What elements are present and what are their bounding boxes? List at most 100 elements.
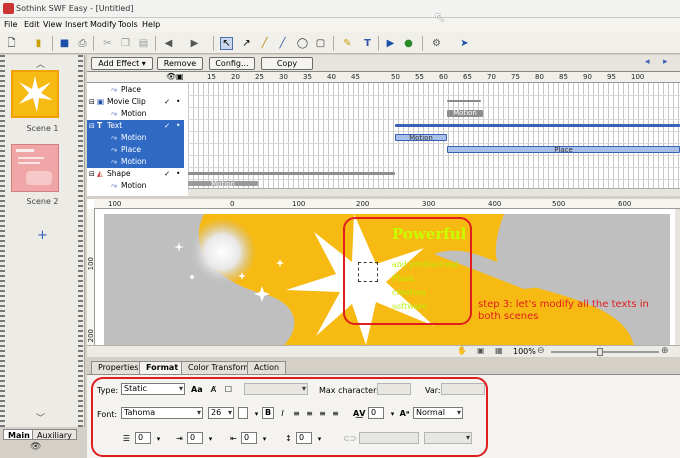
- motion-bar[interactable]: Motion: [395, 134, 447, 142]
- scene-2-text-line: [16, 149, 34, 152]
- play-icon[interactable]: ▶: [384, 37, 397, 50]
- open-icon[interactable]: ▮: [32, 37, 45, 50]
- row-divider: [188, 131, 680, 132]
- layer-name: Place: [121, 85, 141, 94]
- config-button[interactable]: Config...: [209, 57, 255, 70]
- stage-vscrollbar[interactable]: [675, 209, 680, 345]
- export-icon[interactable]: ➤: [458, 37, 471, 50]
- mouse-cursor-icon: ↖: [434, 10, 446, 26]
- hand-icon[interactable]: ✋: [457, 346, 467, 355]
- menu-modify[interactable]: Modify: [90, 20, 117, 29]
- add-effect-button[interactable]: Add Effect ▾: [91, 57, 153, 70]
- scene-2-thumbnail[interactable]: [11, 144, 59, 192]
- grid-icon[interactable]: ▦: [495, 346, 503, 355]
- print-icon[interactable]: ⎙: [76, 37, 89, 50]
- fit-icon[interactable]: ▣: [477, 346, 485, 355]
- select-icon[interactable]: ↖: [220, 37, 233, 50]
- eye-icon[interactable]: 👁: [30, 442, 41, 452]
- text-icon[interactable]: T: [361, 37, 374, 50]
- layer-row-shape[interactable]: ⊟ ◭ Shape ✓ •: [87, 168, 184, 180]
- copy-icon[interactable]: ❐: [119, 37, 132, 50]
- title-bar: Sothink SWF Easy - [Untitled]: [0, 0, 680, 18]
- star-burst-icon: [19, 76, 53, 112]
- scene-1-thumbnail[interactable]: [11, 70, 59, 118]
- undo-icon[interactable]: ◀: [162, 37, 175, 50]
- layer-row-place[interactable]: ⤳ Place: [87, 144, 184, 156]
- zoom-slider-track[interactable]: [551, 351, 659, 353]
- copy-effects-button[interactable]: Copy Effects: [261, 57, 313, 79]
- place-bar[interactable]: Place: [447, 146, 680, 154]
- menu-file[interactable]: File: [4, 20, 17, 29]
- dot-icon[interactable]: •: [176, 168, 180, 180]
- layer-row-place[interactable]: ⤳ Place: [87, 84, 184, 96]
- menu-insert[interactable]: Insert: [65, 20, 88, 29]
- zoom-slider-thumb[interactable]: [597, 348, 603, 356]
- pen-icon[interactable]: ╱: [276, 37, 289, 50]
- collapse-icon[interactable]: ⊟: [89, 168, 95, 180]
- new-icon[interactable]: 🗋: [5, 37, 18, 50]
- timeline-panel: 👁 ▣ 15 20 25 30 35 40 45 50 55 60 65 70 …: [87, 71, 680, 197]
- visibility-icon: 👁: [166, 72, 177, 81]
- dot-icon[interactable]: •: [176, 96, 180, 108]
- collapse-icon[interactable]: ⊟: [89, 96, 95, 108]
- check-icon[interactable]: ✓: [164, 168, 170, 180]
- layer-row-motion[interactable]: ⤳ Motion: [87, 156, 184, 168]
- tab-action[interactable]: Action: [247, 361, 287, 374]
- tab-properties[interactable]: Properties: [91, 361, 146, 374]
- effect-icon: ⤳: [111, 133, 117, 142]
- cut-icon[interactable]: ✂: [101, 37, 114, 50]
- zoom-in-icon[interactable]: ⊕: [661, 346, 669, 356]
- menu-tools[interactable]: Tools: [118, 20, 138, 29]
- paste-icon[interactable]: ▤: [137, 37, 150, 50]
- layer-row-motion[interactable]: ⤳ Motion: [87, 180, 184, 188]
- menu-view[interactable]: View: [43, 20, 62, 29]
- dot-icon[interactable]: •: [176, 120, 180, 132]
- check-icon[interactable]: ✓: [164, 96, 170, 108]
- tab-main[interactable]: Main: [3, 429, 35, 440]
- oval-icon[interactable]: ◯: [296, 37, 309, 50]
- timeline-hscrollbar[interactable]: [188, 188, 680, 196]
- layer-row-motion[interactable]: ⤳ Motion: [87, 132, 184, 144]
- tab-format[interactable]: Format: [139, 361, 186, 374]
- tab-auxiliary[interactable]: Auxiliary: [32, 429, 77, 440]
- ruler-tick: 85: [559, 73, 568, 81]
- motion-bar[interactable]: Motion: [188, 181, 258, 188]
- zoom-out-icon[interactable]: ⊖: [537, 346, 545, 356]
- scroll-down-icon[interactable]: ﹀: [36, 411, 45, 424]
- effect-icon: ⤳: [111, 85, 117, 94]
- remove-button[interactable]: Remove: [157, 57, 203, 70]
- properties-tabs: Properties Format Color Transform Action: [87, 360, 680, 374]
- window-title: Sothink SWF Easy - [Untitled]: [16, 4, 134, 13]
- stage-area: 100 0 100 200 300 400 500 600 100 200 Po…: [87, 199, 680, 357]
- layer-row-text[interactable]: ⊟ T Text ✓ •: [87, 120, 184, 132]
- timeline-prev-icon[interactable]: ◂: [645, 57, 650, 67]
- save-icon[interactable]: ■: [58, 37, 71, 50]
- collapse-icon[interactable]: ⊟: [89, 120, 95, 132]
- line-icon[interactable]: ╱: [258, 37, 271, 50]
- timeline-next-icon[interactable]: ▸: [663, 57, 668, 67]
- menu-edit[interactable]: Edit: [24, 20, 40, 29]
- film-strip-left: [0, 55, 5, 427]
- subselect-icon[interactable]: ↗: [240, 37, 253, 50]
- layer-row-motion[interactable]: ⤳ Motion: [87, 108, 184, 120]
- globe-icon[interactable]: ●: [402, 37, 415, 50]
- check-icon[interactable]: ✓: [164, 120, 170, 132]
- layer-row-movie-clip[interactable]: ⊟ ▣ Movie Clip ✓ •: [87, 96, 184, 108]
- toolbar-separator: [378, 36, 379, 51]
- ruler-tick: 95: [607, 73, 616, 81]
- redo-icon[interactable]: ▶: [188, 37, 201, 50]
- ruler-tick: 200: [356, 200, 370, 208]
- rect-icon[interactable]: ▢: [314, 37, 327, 50]
- ruler-tick: 100: [292, 200, 306, 208]
- shape-span-bar[interactable]: [188, 172, 395, 175]
- menu-help[interactable]: Help: [142, 20, 160, 29]
- ruler-tick: 100: [87, 257, 95, 271]
- pencil-icon[interactable]: ✎: [341, 37, 354, 50]
- motion-bar[interactable]: Motion: [447, 110, 483, 117]
- toolbar-separator: [333, 36, 334, 51]
- movie-clip-span-bar[interactable]: [447, 100, 481, 102]
- add-scene-button[interactable]: +: [37, 228, 48, 243]
- text-span-bar[interactable]: [395, 124, 680, 127]
- scroll-up-icon[interactable]: ︿: [36, 57, 45, 70]
- tools-icon[interactable]: ⚙: [430, 37, 443, 50]
